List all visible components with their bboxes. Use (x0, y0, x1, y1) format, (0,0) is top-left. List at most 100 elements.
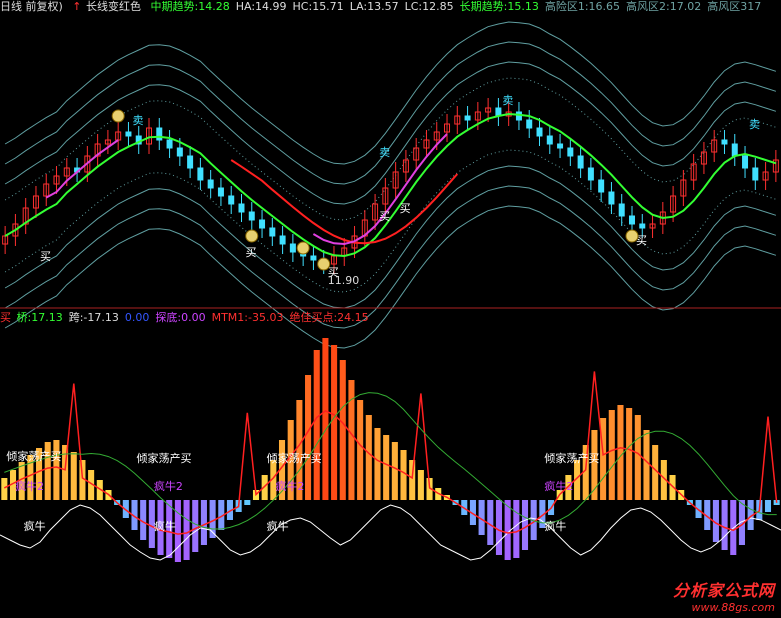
indicator-label: 疯牛 (24, 519, 46, 533)
period-label: 日线 前复权) (0, 0, 63, 13)
indicator-header: 买 桥:17.13 跨:-17.13 0.00 探底:0.00 MTM1:-35.03 绝… (0, 311, 381, 324)
main-header-item: LA:13.57 (349, 0, 399, 13)
candle-body (526, 119, 533, 129)
main-header-item: HA:14.99 (235, 0, 287, 13)
indicator-label: 疯牛 (544, 519, 566, 533)
candle-body (742, 155, 749, 169)
candle-body (567, 147, 574, 157)
indicator-bar (339, 360, 346, 500)
indicator-bar (331, 345, 338, 500)
indicator-bar (305, 375, 312, 500)
main-header-item: HC:15.71 (292, 0, 344, 13)
indicator-bar (400, 450, 407, 500)
candle-body (731, 143, 738, 157)
smiley-icon (111, 109, 125, 123)
indicator-label: 疯牛2 (544, 479, 573, 493)
indicator-bar (495, 500, 503, 555)
indicator-label: 倾家荡产买 (6, 449, 61, 463)
smiley-icon (296, 241, 310, 255)
indicator-bar (417, 470, 424, 500)
main-price-panel: 买买买买买买11.90卖卖卖卖 (2, 21, 779, 349)
chart-annotation: 买 (245, 246, 256, 259)
watermark-url: www.88gs.com (691, 601, 775, 614)
indicator-bar (409, 460, 416, 500)
indicator-bar (626, 408, 633, 500)
main-header-item: 高险区1:16.65 (544, 0, 621, 13)
indicator-bar (634, 415, 641, 500)
indicator-bar (192, 500, 199, 552)
white-indicator-line (0, 504, 781, 561)
indicator-bar (374, 428, 381, 500)
chart-annotation: 11.90 (328, 274, 360, 287)
candle-body (515, 111, 522, 121)
candle-body (176, 147, 183, 157)
candle-body (639, 223, 646, 229)
indicator-bar (322, 338, 329, 500)
arrow-up-icon: ↑ (72, 0, 82, 13)
indicator-bar (608, 410, 615, 500)
candle-body (228, 195, 235, 205)
chart-annotation: 卖 (749, 118, 760, 131)
band-line (4, 21, 777, 165)
chart-annotation: 卖 (379, 146, 390, 159)
band-line (4, 205, 777, 349)
indicator-bar (183, 500, 190, 560)
indicator-bar (643, 430, 650, 500)
indicator-bar (513, 500, 520, 558)
candle-body (259, 219, 266, 229)
indicator-label: 疯牛 (267, 519, 289, 533)
candle-body (279, 235, 286, 245)
mtm-line (3, 371, 778, 535)
candle-body (217, 187, 224, 197)
candle-body (125, 131, 132, 137)
indicator-header-item: MTM1:-35.03 (211, 311, 284, 324)
indicator-header-item: 探底:0.00 (155, 311, 206, 324)
candle-body (248, 211, 255, 221)
indicator-header-item: 0.00 (124, 311, 150, 324)
indicator-label: 疯牛 (154, 519, 176, 533)
candle-body (628, 215, 635, 225)
candle-body (587, 167, 594, 181)
indicator-bar (487, 500, 494, 545)
smiley-icon (245, 229, 259, 243)
candle-body (557, 143, 564, 149)
candle-body (721, 139, 728, 145)
indicator-label: 倾家荡产买 (267, 451, 322, 465)
candle-body (752, 167, 759, 181)
band-line (4, 77, 777, 221)
indicator-bar (70, 452, 77, 500)
main-header-item: 中期趋势:14.28 (150, 0, 230, 13)
indicator-bar (721, 500, 728, 550)
chart-annotation: 卖 (502, 94, 513, 107)
candle-body (238, 203, 245, 213)
indicator-bar (365, 415, 372, 500)
indicator-header-item: 桥:17.13 (16, 311, 63, 324)
indicator-bar (357, 400, 364, 500)
indicator-prefix: 买 (0, 311, 11, 324)
smiley-icon (625, 229, 639, 243)
signal-text: 长线变红色 (86, 0, 142, 13)
smiley-icon (317, 257, 331, 271)
chart-annotation: 买 (400, 202, 411, 215)
candle-body (577, 155, 584, 169)
indicator-bar (617, 405, 624, 500)
indicator-header-item: 绝佳买点:24.15 (289, 311, 369, 324)
indicator-bar (521, 500, 529, 550)
indicator-header-item: 跨:-17.13 (68, 311, 119, 324)
indicator-bar (1, 478, 8, 500)
indicator-header-items: 桥:17.13 跨:-17.13 0.00 探底:0.00 MTM1:-35.03 绝佳买… (17, 311, 375, 324)
candle-body (197, 167, 204, 181)
main-header-items: 中期趋势:14.28 HA:14.99 HC:15.71 LA:13.57 LC:12.… (151, 0, 768, 13)
indicator-bar (383, 435, 390, 500)
indicator-panel: 倾家荡产买 倾家荡产买 倾家荡产买 倾家荡产买疯牛 疯牛 疯牛 疯牛 疯牛2 疯牛2 疯牛2 疯牛2 (0, 338, 781, 562)
candle-body (289, 243, 296, 253)
candle-body (536, 127, 543, 137)
indicator-bar (313, 350, 320, 500)
indicator-bar (504, 500, 511, 560)
indicator-bar (244, 500, 251, 505)
indicator-bar (53, 440, 60, 500)
candle-body (187, 155, 194, 169)
candle-body (310, 255, 317, 261)
watermark-title: 分析家公式网 (672, 581, 775, 600)
candle-body (464, 115, 471, 121)
